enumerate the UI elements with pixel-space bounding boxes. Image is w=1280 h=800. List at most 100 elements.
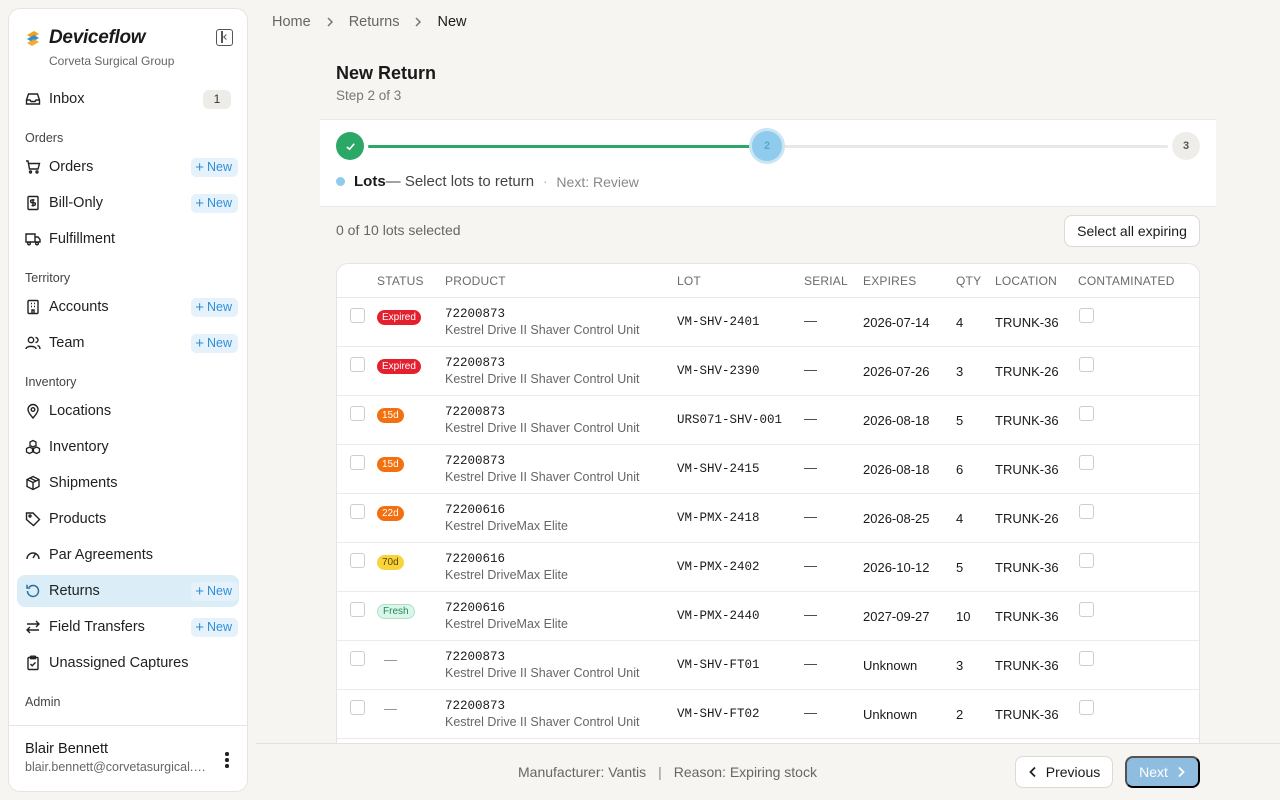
quantity: 4 [956,315,964,330]
breadcrumb-returns[interactable]: Returns [349,14,400,30]
column-expires[interactable]: EXPIRES [863,274,916,288]
breadcrumb-home[interactable]: Home [272,14,311,30]
column-product[interactable]: PRODUCT [445,274,506,288]
row-select-checkbox[interactable] [350,455,365,470]
product-code: 72200873 [445,307,506,321]
sidebar-item-products[interactable]: Products [17,503,239,535]
sidebar-nav: Inbox 1 Orders Orders + New Bill-Only + Ne… [17,83,239,715]
new-team-member-button[interactable]: + New [191,334,238,353]
column-status[interactable]: STATUS [377,274,424,288]
collapse-sidebar-icon[interactable] [216,29,233,46]
sidebar-item-inbox[interactable]: Inbox 1 [17,83,239,115]
selected-count: 0 of 10 lots selected [336,222,461,238]
app-name: Deviceflow [49,27,146,48]
table-row[interactable]: 70d 72200616 Kestrel DriveMax Elite VM-PMX-… [337,543,1199,592]
new-return-button[interactable]: + New [191,582,238,601]
select-all-expiring-button[interactable]: Select all expiring [1064,215,1200,247]
row-select-checkbox[interactable] [350,308,365,323]
contaminated-checkbox[interactable] [1079,602,1094,617]
location: TRUNK-36 [995,315,1059,330]
contaminated-checkbox[interactable] [1079,651,1094,666]
contaminated-checkbox[interactable] [1079,455,1094,470]
row-select-checkbox[interactable] [350,602,365,617]
row-select-checkbox[interactable] [350,700,365,715]
table-row[interactable]: Fresh 72200616 Kestrel DriveMax Elite VM-PM… [337,592,1199,641]
brand[interactable]: Deviceflow [25,27,146,49]
lots-table: STATUS PRODUCT LOT SERIAL EXPIRES QTY LO… [336,263,1200,753]
step-1-complete[interactable] [336,132,364,160]
new-bill-only-button[interactable]: + New [191,194,238,213]
product-name: Kestrel Drive II Shaver Control Unit [445,323,640,337]
next-button[interactable]: Next [1125,756,1200,788]
product-code: 72200616 [445,503,506,517]
new-order-button[interactable]: + New [191,158,238,177]
lot-number: VM-SHV-2415 [677,462,760,476]
sidebar-item-orders[interactable]: Orders + New [17,151,239,183]
contaminated-checkbox[interactable] [1079,700,1094,715]
table-row[interactable]: 15d 72200873 Kestrel Drive II Shaver Contr… [337,445,1199,494]
row-select-checkbox[interactable] [350,553,365,568]
more-vertical-icon[interactable] [225,752,229,768]
contaminated-checkbox[interactable] [1079,406,1094,421]
expiration-date: 2026-08-18 [863,413,930,428]
column-contaminated[interactable]: CONTAMINATED [1078,274,1175,288]
sidebar-item-inventory[interactable]: Inventory [17,431,239,463]
sidebar-item-label: Inventory [49,439,109,455]
expiration-date: 2026-07-14 [863,315,930,330]
status-badge: 22d [377,506,404,521]
sidebar-item-locations[interactable]: Locations [17,395,239,427]
row-select-checkbox[interactable] [350,651,365,666]
sidebar-item-field-transfers[interactable]: Field Transfers + New [17,611,239,643]
row-select-checkbox[interactable] [350,406,365,421]
table-row[interactable]: Expired 72200873 Kestrel Drive II Shaver C… [337,347,1199,396]
chevron-left-icon [1028,766,1036,778]
column-qty[interactable]: QTY [956,274,981,288]
sidebar-item-bill-only[interactable]: Bill-Only + New [17,187,239,219]
contaminated-checkbox[interactable] [1079,553,1094,568]
contaminated-checkbox[interactable] [1079,308,1094,323]
serial-number: — [804,460,817,475]
column-location[interactable]: LOCATION [995,274,1057,288]
wizard-footer: Manufacturer: Vantis | Reason: Expiring … [256,743,1280,800]
contaminated-checkbox[interactable] [1079,357,1094,372]
current-step-description: — Select lots to return [385,173,535,190]
sidebar-item-par-agreements[interactable]: Par Agreements [17,539,239,571]
serial-number: — [804,558,817,573]
column-lot[interactable]: LOT [677,274,701,288]
column-serial[interactable]: SERIAL [804,274,848,288]
receipt-dollar-icon [25,195,41,211]
table-row[interactable]: — 72200873 Kestrel Drive II Shaver Control… [337,690,1199,739]
new-account-button[interactable]: + New [191,298,238,317]
location: TRUNK-36 [995,413,1059,428]
contaminated-checkbox[interactable] [1079,504,1094,519]
location: TRUNK-36 [995,462,1059,477]
previous-button[interactable]: Previous [1015,756,1113,788]
sidebar-item-team[interactable]: Team + New [17,327,239,359]
user-panel[interactable]: Blair Bennett blair.bennett@corvetasurgi… [9,725,247,791]
product-code: 72200873 [445,454,506,468]
serial-number: — [804,656,817,671]
sidebar-item-returns[interactable]: Returns + New [17,575,239,607]
sidebar-item-accounts[interactable]: Accounts + New [17,291,239,323]
current-step-dot [336,177,345,186]
status-badge: 15d [377,457,404,472]
step-3-upcoming: 3 [1172,132,1200,160]
table-row[interactable]: 22d 72200616 Kestrel DriveMax Elite VM-PMX-… [337,494,1199,543]
row-select-checkbox[interactable] [350,357,365,372]
sidebar-item-label: Inbox [49,91,85,107]
section-orders-heading: Orders [25,131,64,145]
table-row[interactable]: Expired 72200873 Kestrel Drive II Shaver C… [337,298,1199,347]
sidebar-item-label: Products [49,511,107,527]
serial-number: — [804,509,817,524]
table-row[interactable]: — 72200873 Kestrel Drive II Shaver Control… [337,641,1199,690]
sidebar-item-unassigned-captures[interactable]: Unassigned Captures [17,647,239,679]
expiration-date: 2026-07-26 [863,364,930,379]
sidebar-item-fulfillment[interactable]: Fulfillment [17,223,239,255]
lot-number: VM-SHV-FT01 [677,658,760,672]
sidebar-item-label: Orders [49,159,94,175]
new-field-transfer-button[interactable]: + New [191,618,238,637]
row-select-checkbox[interactable] [350,504,365,519]
sidebar-item-shipments[interactable]: Shipments [17,467,239,499]
table-row[interactable]: 15d 72200873 Kestrel Drive II Shaver Contr… [337,396,1199,445]
plus-icon: + [195,299,204,316]
